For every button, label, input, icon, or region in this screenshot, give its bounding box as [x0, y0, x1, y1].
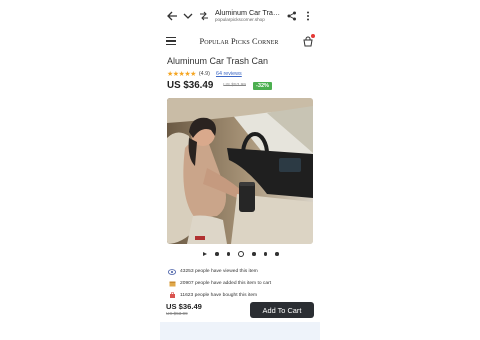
- star-rating-icon: ★★★★★: [167, 71, 196, 78]
- rating-row: ★★★★★ (4.9) 64 reviews: [167, 70, 242, 78]
- price-row: US $36.49 US $53.99 -32%: [167, 80, 273, 91]
- more-options-icon[interactable]: [300, 8, 316, 24]
- browser-toolbar: Aluminum Car Trash C... popularpickscorn…: [160, 0, 320, 32]
- url-domain: popularpickscorner.shop: [215, 17, 265, 23]
- discount-badge: -32%: [252, 81, 273, 90]
- site-settings-icon[interactable]: [196, 8, 212, 24]
- share-icon[interactable]: [284, 8, 300, 24]
- product-image[interactable]: [167, 98, 313, 244]
- add-to-cart-button[interactable]: Add To Cart: [250, 302, 314, 318]
- play-video-icon[interactable]: [203, 252, 207, 256]
- brand-logo[interactable]: Popular Picks Corner: [176, 37, 302, 46]
- current-price: US $36.49: [167, 80, 214, 91]
- hamburger-menu-icon[interactable]: [166, 37, 176, 45]
- stat-text: 43253 people have viewed this item: [180, 269, 258, 274]
- image-carousel-indicators: [203, 251, 279, 257]
- carousel-dot[interactable]: [252, 252, 256, 256]
- cart-badge: [311, 34, 315, 38]
- address-bar[interactable]: Aluminum Car Trash C... popularpickscorn…: [215, 9, 281, 23]
- bottom-original-price: US $53.99: [166, 311, 188, 316]
- original-price: US $53.99: [223, 83, 246, 88]
- carousel-dot[interactable]: [275, 252, 279, 256]
- rating-value: (4.9): [198, 71, 210, 77]
- carousel-dot-active[interactable]: [238, 251, 244, 257]
- carousel-dot[interactable]: [263, 252, 267, 256]
- bottom-current-price: US $36.49: [166, 302, 202, 312]
- reviews-link[interactable]: 64 reviews: [216, 71, 242, 77]
- bottom-price-block: US $36.49 US $53.99: [166, 303, 202, 316]
- carousel-dot[interactable]: [215, 252, 219, 256]
- stat-text: 20907 people have added this item to car…: [180, 281, 272, 286]
- back-arrow-icon[interactable]: [164, 8, 180, 24]
- chevron-down-icon[interactable]: [180, 8, 196, 24]
- stat-added-to-cart: 20907 people have added this item to car…: [168, 280, 271, 287]
- carousel-dot[interactable]: [226, 252, 230, 256]
- eye-icon: [168, 268, 176, 275]
- tab-title: Aluminum Car Trash C...: [215, 9, 281, 17]
- stat-viewed: 43253 people have viewed this item: [168, 268, 258, 275]
- site-header: Popular Picks Corner: [160, 32, 320, 50]
- cart-icon[interactable]: [302, 34, 315, 47]
- sticky-purchase-bar: US $36.49 US $53.99 Add To Cart: [160, 298, 320, 322]
- phone-viewport: Aluminum Car Trash C... popularpickscorn…: [160, 0, 320, 340]
- product-title: Aluminum Car Trash Can: [167, 56, 269, 66]
- box-icon: [168, 280, 176, 287]
- bottom-navigation-area: [160, 322, 320, 340]
